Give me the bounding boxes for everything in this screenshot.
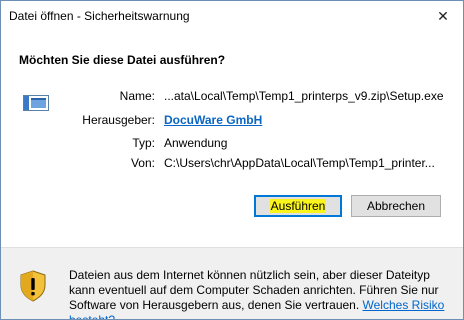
publisher-label: Herausgeber:	[82, 113, 155, 127]
type-label: Typ:	[132, 136, 155, 150]
title-bar[interactable]: Datei öffnen - Sicherheitswarnung ✕	[1, 1, 463, 31]
close-button[interactable]: ✕	[423, 1, 463, 31]
from-label: Von:	[130, 156, 155, 170]
name-label: Name:	[119, 89, 155, 103]
security-warning-dialog: Datei öffnen - Sicherheitswarnung ✕ Möch…	[0, 0, 464, 320]
close-icon: ✕	[437, 7, 449, 24]
cancel-button[interactable]: Abbrechen	[351, 195, 441, 217]
window-title: Datei öffnen - Sicherheitswarnung	[9, 9, 190, 23]
publisher-row: Herausgeber: DocuWare GmbH	[1, 113, 463, 131]
name-row: Name: ...ata\Local\Temp\Temp1_printerps_…	[1, 89, 463, 107]
warning-shield-icon	[20, 270, 46, 302]
run-button-label: Ausführen	[269, 199, 327, 213]
warning-text-block: Dateien aus dem Internet können nützlich…	[69, 268, 457, 319]
type-row: Typ: Anwendung	[1, 136, 463, 154]
warning-footer: Dateien aus dem Internet können nützlich…	[1, 247, 463, 319]
question-heading: Möchten Sie diese Datei ausführen?	[19, 53, 226, 67]
run-button[interactable]: Ausführen	[254, 195, 342, 217]
from-row: Von: C:\Users\chr\AppData\Local\Temp\Tem…	[1, 156, 463, 174]
publisher-link[interactable]: DocuWare GmbH	[164, 113, 262, 127]
type-value: Anwendung	[164, 136, 228, 150]
from-value: C:\Users\chr\AppData\Local\Temp\Temp1_pr…	[164, 156, 435, 170]
cancel-button-label: Abbrechen	[366, 199, 426, 213]
name-value: ...ata\Local\Temp\Temp1_printerps_v9.zip…	[164, 89, 444, 103]
